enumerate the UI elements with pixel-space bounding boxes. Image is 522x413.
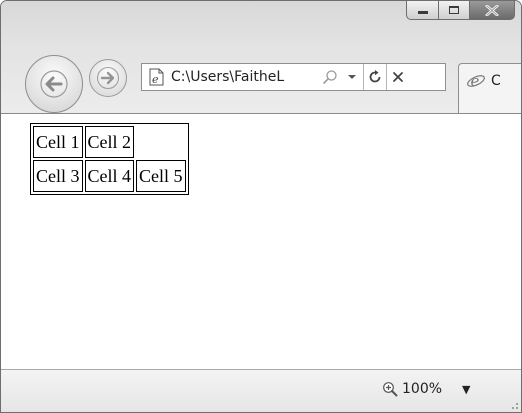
minimize-icon (417, 11, 428, 14)
back-button[interactable] (25, 55, 83, 113)
zoom-icon (381, 380, 399, 398)
tab-title: C (491, 73, 501, 89)
table-cell: Cell 4 (84, 160, 134, 192)
minimize-button[interactable] (406, 1, 439, 20)
forward-button[interactable] (89, 59, 127, 97)
chevron-down-icon[interactable] (341, 64, 363, 90)
resize-grip-icon[interactable] (507, 398, 519, 410)
back-arrow-icon (40, 70, 68, 98)
maximize-icon (449, 6, 459, 14)
svg-text:e: e (152, 73, 159, 86)
table-row: Cell 3 Cell 4 Cell 5 (33, 160, 186, 192)
table-cell: Cell 3 (33, 160, 83, 192)
address-text[interactable]: C:\Users\FaitheL (171, 69, 319, 85)
table-cell: Cell 5 (136, 160, 186, 192)
close-icon (485, 4, 499, 16)
page-content: Cell 1 Cell 2 Cell 3 Cell 4 Cell 5 (1, 114, 521, 368)
forward-arrow-icon (96, 66, 120, 90)
browser-tab[interactable]: e C (458, 63, 521, 113)
window-caption-buttons (406, 1, 515, 21)
ie-tab-icon: e (465, 70, 487, 92)
table-row: Cell 1 Cell 2 (33, 126, 186, 158)
chevron-down-icon[interactable]: ▼ (462, 383, 470, 396)
close-button[interactable] (470, 1, 515, 20)
zoom-level[interactable]: 100% (402, 381, 442, 397)
status-bar: 100% ▼ (1, 369, 521, 412)
address-bar[interactable]: e C:\Users\FaitheL (141, 63, 446, 91)
ie-page-icon: e (145, 66, 167, 88)
zoom-control[interactable]: 100% ▼ (381, 380, 471, 398)
svg-text:e: e (471, 72, 480, 90)
browser-chrome: e C:\Users\FaitheL e C (1, 1, 521, 114)
table-cell: Cell 2 (84, 126, 134, 158)
table-cell: Cell 1 (33, 126, 83, 158)
maximize-button[interactable] (439, 1, 470, 20)
refresh-icon[interactable] (364, 64, 386, 90)
browser-window: e C:\Users\FaitheL e C Cell 1 Cell 2 Cel… (0, 0, 522, 413)
search-icon[interactable] (319, 64, 341, 90)
cells-table: Cell 1 Cell 2 Cell 3 Cell 4 Cell 5 (30, 123, 189, 195)
stop-icon[interactable] (387, 64, 409, 90)
